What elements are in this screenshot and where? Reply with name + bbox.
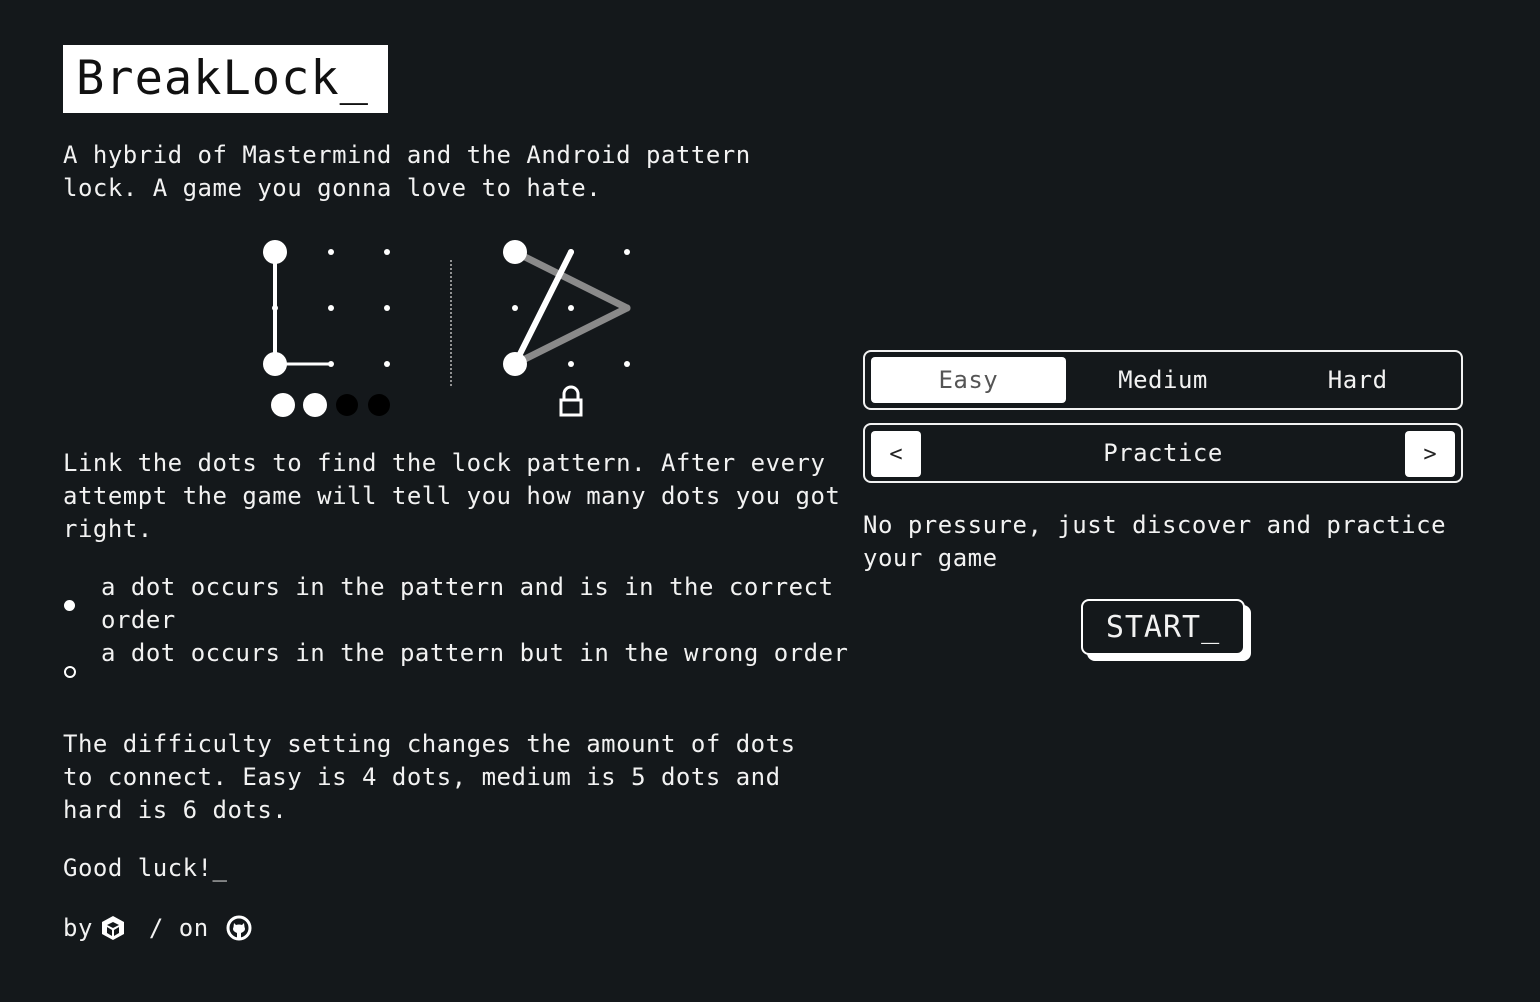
how-to-play-text: Link the dots to find the lock pattern. … <box>63 449 856 543</box>
mode-selector: < Practice > <box>863 423 1463 483</box>
mode-description: No pressure, just discover and practice … <box>863 511 1461 572</box>
app-logo-title: BreakLock_ <box>63 45 388 113</box>
mode-label: Practice <box>1103 439 1223 467</box>
difficulty-explanation: The difficulty setting changes the amoun… <box>63 730 811 824</box>
legend-item-correct-order: a dot occurs in the pattern and is in th… <box>63 571 853 637</box>
pattern-illustration <box>263 240 631 417</box>
good-luck-text: Good luck!_ <box>63 854 228 882</box>
on-label: / on <box>148 914 209 942</box>
start-button[interactable]: START_ <box>1081 599 1245 655</box>
by-label: by <box>63 914 93 942</box>
level-option-easy[interactable]: Easy <box>871 357 1066 403</box>
mode-next-button[interactable]: > <box>1405 431 1455 477</box>
lock-pattern-grid <box>503 240 631 376</box>
legend-text-wrong-order: a dot occurs in the pattern but in the w… <box>101 639 849 667</box>
level-option-hard[interactable]: Hard <box>1260 357 1455 403</box>
legend-item-wrong-order: a dot occurs in the pattern but in the w… <box>63 637 853 678</box>
difficulty-selector: Easy Medium Hard <box>863 350 1463 410</box>
legend-text-correct-order: a dot occurs in the pattern and is in th… <box>101 573 849 634</box>
feedback-legend: a dot occurs in the pattern and is in th… <box>63 571 853 678</box>
intro-text: A hybrid of Mastermind and the Android p… <box>63 141 766 202</box>
mode-prev-button[interactable]: < <box>871 431 921 477</box>
attempt-feedback-dots <box>271 393 390 417</box>
lock-icon <box>559 385 583 417</box>
example-attempt-grid <box>263 240 390 376</box>
github-icon[interactable] <box>225 914 253 942</box>
hollow-dot-icon <box>64 666 76 678</box>
byline: by / on <box>63 910 259 946</box>
start-button-wrapper: START_ <box>1081 599 1251 661</box>
filled-dot-icon <box>64 600 75 611</box>
author-logo-icon[interactable] <box>99 914 127 942</box>
level-option-medium[interactable]: Medium <box>1066 357 1261 403</box>
